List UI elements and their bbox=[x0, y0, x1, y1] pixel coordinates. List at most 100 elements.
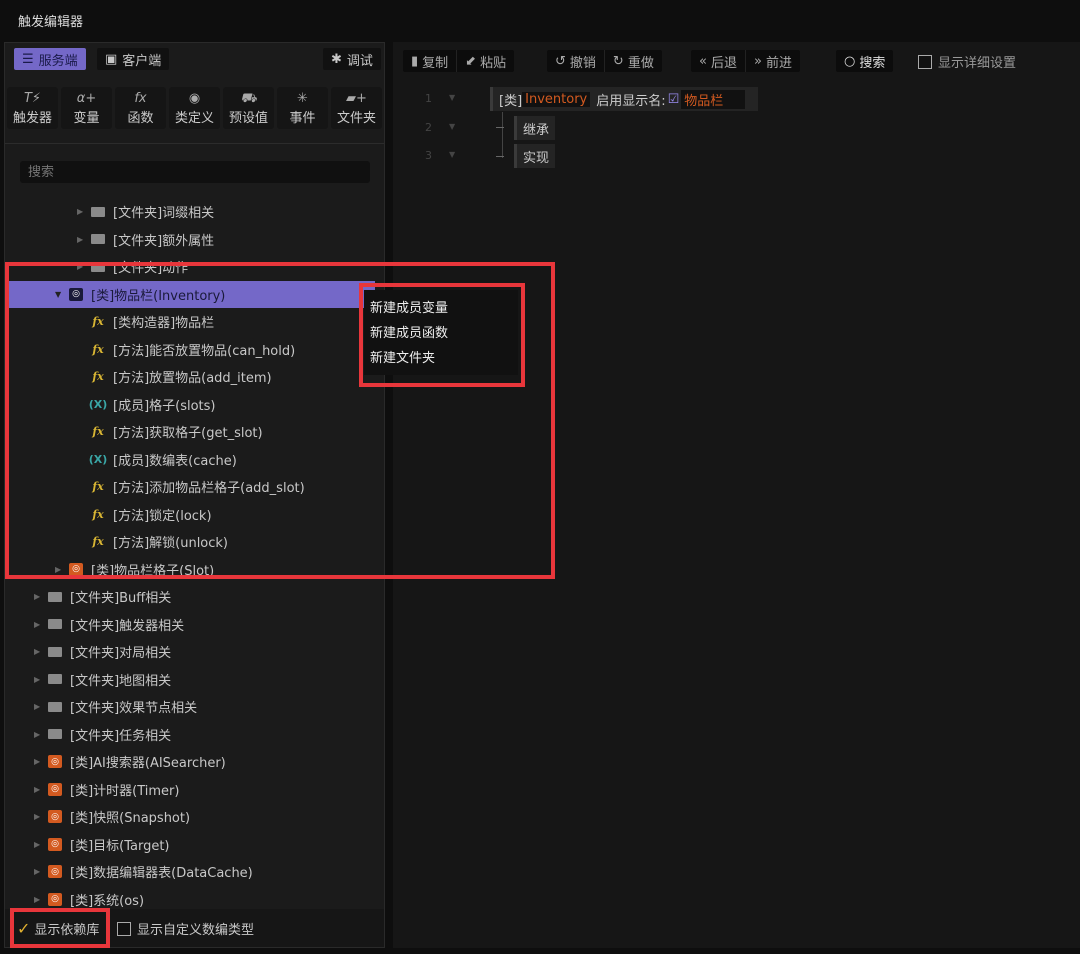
new-class-button[interactable]: ◉ 类定义 bbox=[169, 87, 220, 129]
new-function-button[interactable]: fx 函数 bbox=[115, 87, 166, 129]
paste-label: 粘贴 bbox=[480, 55, 507, 71]
tool-label: 类定义 bbox=[174, 110, 214, 126]
tree-item[interactable]: ▶ [文件夹]词缀相关 bbox=[77, 198, 214, 225]
folder-icon bbox=[48, 591, 62, 602]
create-toolbar: T⚡ 触发器 α+ 变量 fx 函数 ◉ 类定义 ⛟ 预设值 ✳ 事件 ▰+ 文件夹 bbox=[5, 87, 384, 129]
undo-label: 撤销 bbox=[569, 55, 596, 71]
folder-icon bbox=[48, 674, 62, 684]
back-button[interactable]: «后退 bbox=[691, 50, 746, 72]
collapsed-arrow-icon[interactable]: ▶ bbox=[34, 812, 48, 821]
display-name-field[interactable]: 物品栏 bbox=[681, 89, 746, 109]
tree-item[interactable]: ▶ [文件夹]触发器相关 bbox=[34, 611, 184, 638]
tree-item[interactable]: ▶ [文件夹]额外属性 bbox=[77, 226, 214, 253]
new-trigger-button[interactable]: T⚡ 触发器 bbox=[7, 87, 58, 129]
highlight-box bbox=[359, 283, 525, 387]
nav-group: «后退 » 前进 bbox=[691, 50, 800, 72]
collapsed-arrow-icon[interactable]: ▶ bbox=[77, 235, 91, 244]
tree-item[interactable]: ▶ ◎ [类]数据编辑器表(DataCache) bbox=[34, 858, 253, 885]
checkbox-icon bbox=[918, 54, 932, 69]
collapsed-arrow-icon[interactable]: ▶ bbox=[34, 757, 48, 766]
bug-icon: ✱ bbox=[331, 51, 342, 67]
debug-button[interactable]: ✱ 调试 bbox=[323, 48, 381, 70]
new-variable-button[interactable]: α+ 变量 bbox=[61, 87, 112, 129]
tree-item[interactable]: ▶ ◎ [类]计时器(Timer) bbox=[34, 776, 179, 803]
clipboard-group: ▮ 复制 ⬋ 粘贴 bbox=[403, 50, 515, 72]
tool-label: 触发器 bbox=[12, 110, 52, 126]
copy-label: 复制 bbox=[422, 55, 449, 71]
new-preset-button[interactable]: ⛟ 预设值 bbox=[223, 87, 274, 129]
tree-item[interactable]: ▶ [文件夹]对局相关 bbox=[34, 638, 171, 665]
tool-label: 预设值 bbox=[228, 110, 268, 126]
fold-icon[interactable]: ▼ bbox=[449, 93, 455, 102]
detail-label: 显示详细设置 bbox=[938, 56, 1017, 71]
class-icon: ◉ bbox=[188, 90, 201, 106]
class-node[interactable]: [类] Inventory 启用显示名: ☑ 物品栏 bbox=[490, 87, 758, 111]
forward-button[interactable]: » 前进 bbox=[746, 50, 800, 72]
collapsed-arrow-icon[interactable]: ▶ bbox=[34, 785, 48, 794]
search-button[interactable]: ○ 搜索 bbox=[836, 50, 894, 72]
search-icon: ○ bbox=[844, 53, 856, 69]
tree-item[interactable]: ▶ ◎ [类]快照(Snapshot) bbox=[34, 803, 190, 830]
collapsed-arrow-icon[interactable]: ▶ bbox=[34, 730, 48, 739]
collapsed-arrow-icon[interactable]: ▶ bbox=[77, 207, 91, 216]
tree-item[interactable]: ▶ ◎ [类]目标(Target) bbox=[34, 831, 170, 858]
highlight-box bbox=[10, 908, 110, 948]
tab-server[interactable]: ☰ 服务端 bbox=[14, 48, 86, 70]
class-icon: ◎ bbox=[48, 755, 62, 768]
client-icon: ▣ bbox=[105, 51, 118, 67]
detail-settings-checkbox[interactable]: 显示详细设置 bbox=[918, 48, 1016, 75]
class-icon: ◎ bbox=[48, 892, 62, 906]
collapsed-arrow-icon[interactable]: ▶ bbox=[34, 620, 48, 629]
debug-label: 调试 bbox=[346, 53, 373, 69]
folder-icon bbox=[48, 701, 62, 712]
new-event-button[interactable]: ✳ 事件 bbox=[277, 87, 328, 129]
tree-item[interactable]: ▶ [文件夹]任务相关 bbox=[34, 721, 171, 748]
collapsed-arrow-icon[interactable]: ▶ bbox=[34, 702, 48, 711]
collapsed-arrow-icon[interactable]: ▶ bbox=[34, 840, 48, 849]
tree-item-label: [文件夹]效果节点相关 bbox=[70, 701, 198, 716]
search-input[interactable] bbox=[20, 161, 370, 183]
tree-item[interactable]: ▶ [文件夹]效果节点相关 bbox=[34, 693, 197, 720]
class-icon: ◎ bbox=[48, 782, 62, 796]
event-icon: ✳ bbox=[297, 90, 308, 106]
back-label: 后退 bbox=[710, 55, 737, 71]
window-title: 触发编辑器 bbox=[18, 15, 84, 30]
tree-item[interactable]: ▶ [文件夹]Buff相关 bbox=[34, 583, 171, 610]
fold-icon[interactable]: ▼ bbox=[449, 122, 455, 131]
variable-icon: α+ bbox=[76, 90, 97, 106]
collapsed-arrow-icon[interactable]: ▶ bbox=[34, 895, 48, 904]
undo-icon: ↺ bbox=[555, 53, 566, 69]
line-number: 3 bbox=[425, 149, 432, 162]
fold-icon[interactable]: ▼ bbox=[449, 150, 455, 159]
redo-button[interactable]: ↻ 重做 bbox=[605, 50, 662, 72]
copy-button[interactable]: ▮ 复制 bbox=[403, 50, 458, 72]
tree-item-label: [类]快照(Snapshot) bbox=[70, 811, 191, 826]
undo-button[interactable]: ↺ 撤销 bbox=[547, 50, 605, 72]
collapsed-arrow-icon[interactable]: ▶ bbox=[34, 647, 48, 656]
collapsed-arrow-icon[interactable]: ▶ bbox=[34, 592, 48, 601]
implement-node[interactable]: 实现 bbox=[514, 144, 556, 168]
class-name-field[interactable]: Inventory bbox=[522, 91, 591, 107]
collapsed-arrow-icon[interactable]: ▶ bbox=[34, 867, 48, 876]
tree-item[interactable]: ▶ ◎ [类]AI搜索器(AISearcher) bbox=[34, 748, 226, 775]
collapsed-arrow-icon[interactable]: ▶ bbox=[34, 675, 48, 684]
tree-item-label: [类]数据编辑器表(DataCache) bbox=[70, 866, 253, 881]
new-folder-button[interactable]: ▰+ 文件夹 bbox=[331, 87, 382, 129]
show-custom-checkbox[interactable]: 显示自定义数编类型 bbox=[117, 915, 254, 942]
tab-client[interactable]: ▣ 客户端 bbox=[97, 48, 170, 70]
folder-add-icon: ▰+ bbox=[346, 90, 367, 106]
tree-item-label: [文件夹]任务相关 bbox=[70, 728, 172, 744]
folder-icon bbox=[48, 729, 62, 739]
tree-item[interactable]: ▶ [文件夹]地图相关 bbox=[34, 666, 171, 693]
copy-icon: ▮ bbox=[411, 53, 419, 69]
tab-label: 客户端 bbox=[122, 53, 162, 69]
redo-icon: ↻ bbox=[612, 53, 624, 69]
inherit-node[interactable]: 继承 bbox=[514, 116, 556, 140]
tree-item-label: [类]AI搜索器(AISearcher) bbox=[70, 756, 226, 771]
tree-item-label: [文件夹]触发器相关 bbox=[70, 618, 185, 634]
display-name-checkbox[interactable]: ☑ bbox=[668, 92, 680, 107]
show-custom-label: 显示自定义数编类型 bbox=[137, 923, 255, 938]
paste-button[interactable]: ⬋ 粘贴 bbox=[457, 50, 514, 72]
folder-icon bbox=[48, 619, 62, 629]
tool-label: 函数 bbox=[127, 110, 154, 126]
